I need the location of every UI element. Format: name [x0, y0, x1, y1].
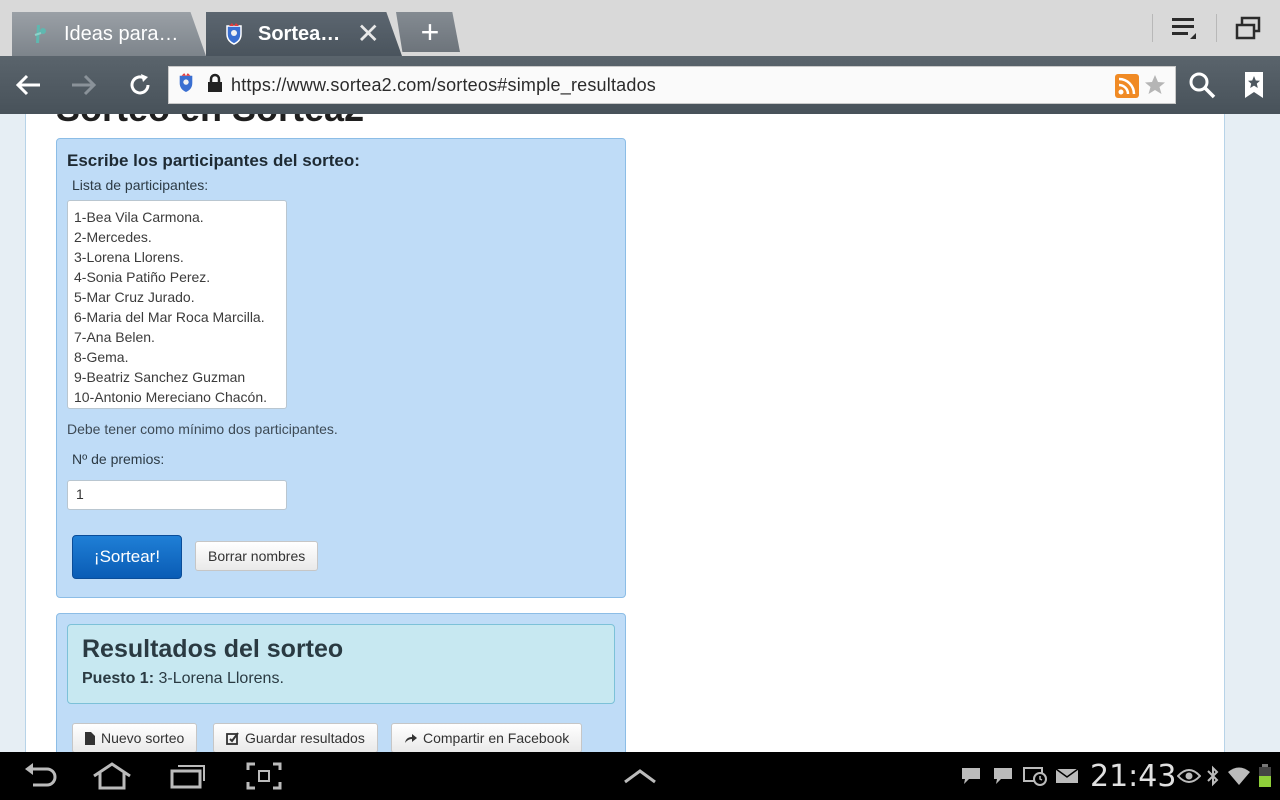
- sortea2-shield-icon: [224, 23, 244, 45]
- participant-line: 6-Maria del Mar Roca Marcilla.: [74, 309, 265, 325]
- chat-notification-icon[interactable]: [958, 764, 984, 788]
- participant-line: 4-Sonia Patiño Perez.: [74, 269, 211, 285]
- forward-icon[interactable]: [64, 66, 104, 104]
- battery-icon: [1252, 764, 1278, 788]
- web-page: Sorteo en Sortea2 Escribe los participan…: [0, 114, 1280, 752]
- participant-line: 5-Mar Cruz Jurado.: [74, 289, 195, 305]
- save-results-button[interactable]: Guardar resultados: [213, 723, 378, 752]
- results-box: Resultados del sorteo Puesto 1: 3-Lorena…: [67, 624, 615, 704]
- participant-line: 9-Beatriz Sanchez Guzman: [74, 369, 246, 385]
- menu-icon[interactable]: [1160, 10, 1208, 46]
- clear-names-button[interactable]: Borrar nombres: [195, 541, 319, 571]
- participants-textarea[interactable]: 1-Bea Vila Carmona. 2-Mercedes. 3-Lorena…: [67, 200, 287, 409]
- position-value: 3-Lorena Llorens.: [158, 670, 284, 687]
- message-notification-icon[interactable]: [990, 764, 1016, 788]
- prizes-input[interactable]: 1: [67, 480, 287, 510]
- new-draw-button[interactable]: Nuevo sorteo: [72, 723, 198, 752]
- participant-line: 2-Mercedes.: [74, 229, 152, 245]
- tab-ideas[interactable]: Ideas para…: [12, 12, 206, 56]
- position-label: Puesto 1:: [82, 670, 155, 687]
- divider: [1152, 14, 1153, 42]
- participants-form-panel: Escribe los participantes del sorteo: Li…: [56, 138, 626, 598]
- eye-icon: [1176, 764, 1202, 788]
- form-heading: Escribe los participantes del sorteo:: [67, 151, 360, 170]
- pinterest-like-icon: [30, 23, 50, 45]
- reload-icon[interactable]: [120, 66, 160, 104]
- chevron-up-icon[interactable]: [612, 758, 668, 794]
- bluetooth-icon: [1200, 764, 1226, 788]
- prizes-label: Nº de premios:: [72, 451, 165, 467]
- wifi-icon: [1226, 764, 1252, 788]
- min-participants-hint: Debe tener como mínimo dos participantes…: [67, 421, 338, 437]
- page-container: Sorteo en Sortea2 Escribe los participan…: [25, 114, 1225, 752]
- lock-icon: [207, 73, 223, 98]
- url-bar[interactable]: https://www.sortea2.com/sorteos#simple_r…: [168, 66, 1176, 104]
- page-title: Sorteo en Sortea2: [56, 114, 364, 130]
- recent-apps-icon[interactable]: [160, 758, 216, 794]
- close-icon[interactable]: ✕: [357, 20, 380, 48]
- email-icon[interactable]: [1054, 764, 1080, 788]
- tab-title: Ideas para…: [64, 22, 179, 45]
- participant-line: 1-Bea Vila Carmona.: [74, 209, 204, 225]
- new-draw-label: Nuevo sorteo: [101, 730, 185, 746]
- participant-line: 7-Ana Belen.: [74, 329, 155, 345]
- participant-line: 8-Gema.: [74, 349, 129, 365]
- new-tab-button[interactable]: +: [396, 12, 460, 52]
- results-panel: Resultados del sorteo Puesto 1: 3-Lorena…: [56, 613, 626, 752]
- participants-label: Lista de participantes:: [72, 177, 209, 193]
- draw-button[interactable]: ¡Sortear!: [72, 535, 182, 579]
- back-icon[interactable]: [8, 66, 48, 104]
- participant-line: 3-Lorena Llorens.: [74, 249, 184, 265]
- share-arrow-icon: [405, 734, 417, 743]
- url-text: https://www.sortea2.com/sorteos#simple_r…: [231, 74, 656, 95]
- home-icon[interactable]: [84, 758, 140, 794]
- share-facebook-label: Compartir en Facebook: [423, 730, 570, 746]
- windows-icon[interactable]: [1224, 10, 1272, 46]
- document-icon: [85, 731, 95, 745]
- back-nav-icon[interactable]: [12, 758, 68, 794]
- rss-icon[interactable]: [1115, 74, 1139, 103]
- results-title: Resultados del sorteo: [82, 635, 344, 663]
- participant-line: 10-Antonio Mereciano Chacón.: [74, 389, 268, 405]
- tab-title: Sortea…: [258, 22, 341, 45]
- share-facebook-button[interactable]: Compartir en Facebook: [391, 723, 583, 752]
- screenshot-icon[interactable]: [236, 758, 292, 794]
- android-system-bar: 21:43: [0, 752, 1280, 800]
- tab-sortea2[interactable]: Sortea… ✕: [206, 12, 402, 56]
- browser-toolbar: https://www.sortea2.com/sorteos#simple_r…: [0, 56, 1280, 114]
- browser-tabstrip: Ideas para… Sortea… ✕ +: [0, 0, 1280, 56]
- screen-clock-icon[interactable]: [1022, 764, 1048, 788]
- star-icon[interactable]: [1143, 73, 1167, 102]
- divider: [1216, 14, 1217, 42]
- system-clock: 21:43: [1090, 759, 1177, 794]
- result-position-1: Puesto 1: 3-Lorena Llorens.: [82, 670, 284, 688]
- save-results-label: Guardar resultados: [245, 730, 365, 746]
- site-favicon: [177, 72, 195, 98]
- bookmarks-icon[interactable]: [1234, 66, 1274, 104]
- edit-check-icon: [226, 731, 239, 745]
- search-icon[interactable]: [1182, 66, 1222, 104]
